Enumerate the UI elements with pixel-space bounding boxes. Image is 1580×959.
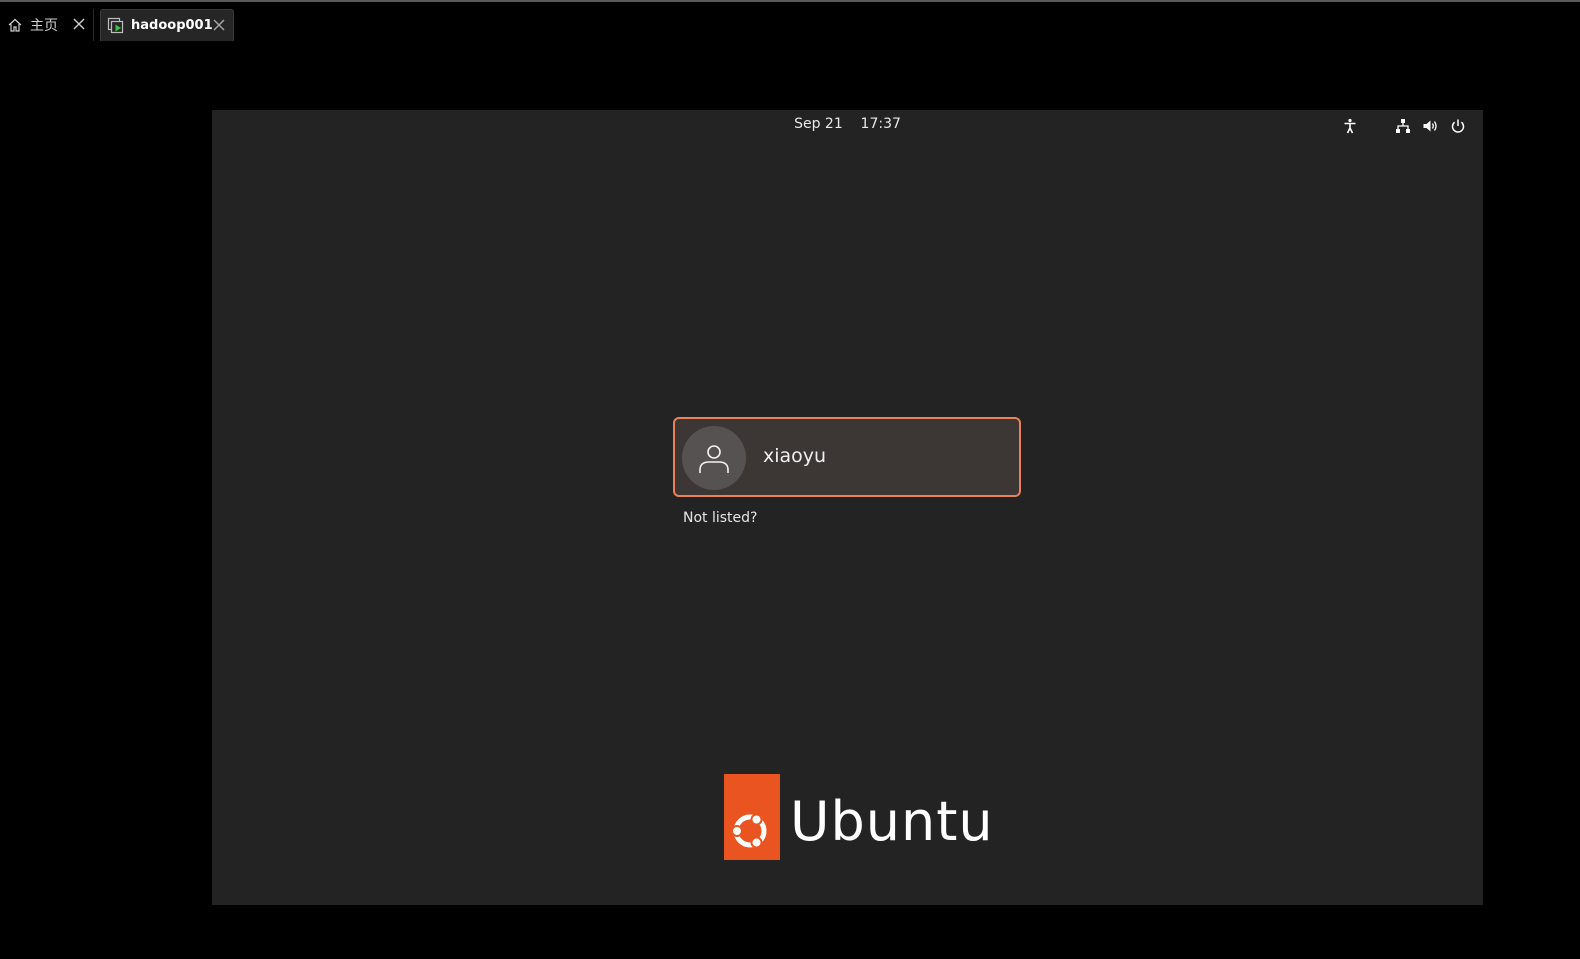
- date-label: Sep 21: [794, 116, 843, 132]
- ubuntu-wordmark: Ubuntu: [790, 790, 994, 853]
- user-icon: [699, 445, 729, 473]
- user-login-button[interactable]: xiaoyu: [673, 417, 1021, 497]
- accessibility-icon[interactable]: [1341, 117, 1359, 135]
- tab-home[interactable]: 主页: [0, 9, 94, 41]
- clock[interactable]: Sep 21 17:37: [212, 116, 1483, 132]
- tab-hadoop001-label: hadoop001: [131, 18, 213, 33]
- home-icon: [6, 16, 24, 34]
- time-label: 17:37: [860, 116, 901, 132]
- avatar: [682, 426, 746, 490]
- vm-display[interactable]: Sep 21 17:37 xiaoyu Not listed? Ubuntu: [212, 110, 1483, 905]
- volume-icon[interactable]: [1421, 117, 1439, 135]
- tab-home-label: 主页: [30, 18, 58, 34]
- tab-hadoop001[interactable]: hadoop001: [100, 9, 234, 41]
- vm-running-icon: [107, 17, 125, 35]
- tab-bar: 主页 hadoop001: [0, 2, 1580, 42]
- username-label: xiaoyu: [763, 445, 827, 467]
- close-icon[interactable]: [211, 17, 227, 33]
- close-icon[interactable]: [71, 16, 87, 32]
- ubuntu-logo-icon: [724, 774, 780, 860]
- not-listed-link[interactable]: Not listed?: [683, 510, 757, 526]
- power-icon[interactable]: [1449, 117, 1467, 135]
- network-icon[interactable]: [1394, 117, 1412, 135]
